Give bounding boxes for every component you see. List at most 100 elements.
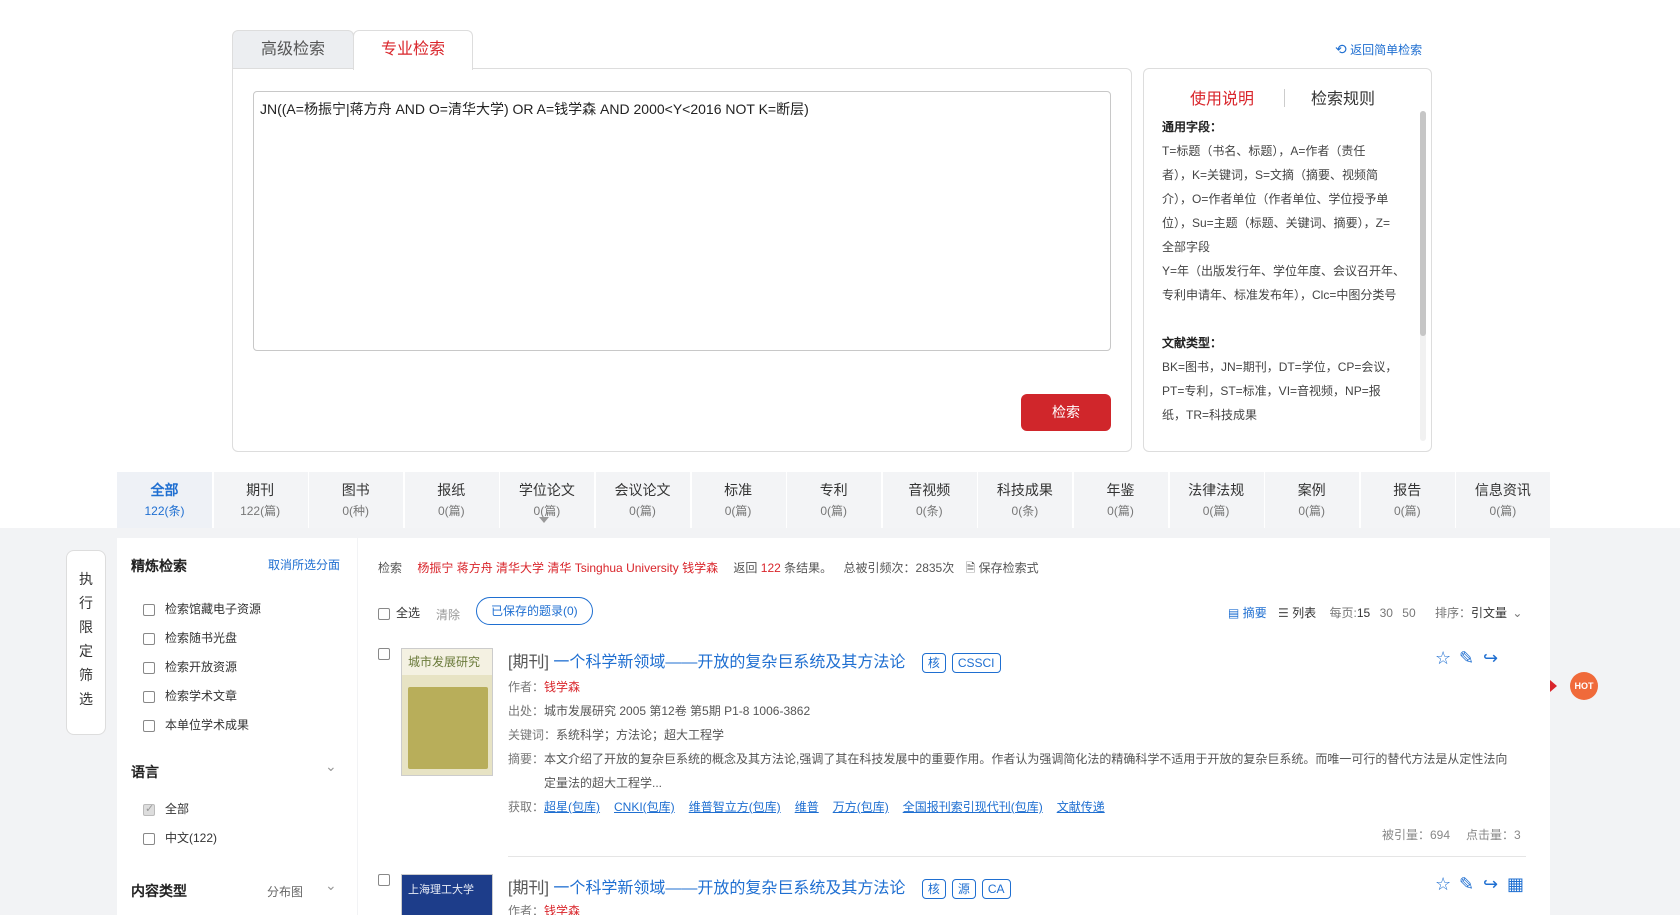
per-page-50[interactable]: 50 xyxy=(1402,606,1415,620)
language-option[interactable]: 全部 xyxy=(143,800,189,817)
category-tab[interactable]: 图书 0(种) xyxy=(308,472,404,528)
help-tab-usage[interactable]: 使用说明 xyxy=(1190,85,1254,109)
sort-chevron-icon[interactable]: ⌄ xyxy=(1512,606,1522,620)
result-item: 城市发展研究 [期刊] 一个科学新领域——开放的复杂巨系统及其方法论 核 CSSC… xyxy=(358,648,1550,868)
saved-records-button[interactable]: 已保存的题录(0) xyxy=(476,597,593,625)
abstract-line-2: 定量法的超大工程学... xyxy=(544,776,663,790)
category-tab[interactable]: 报告 0(篇) xyxy=(1359,472,1455,528)
category-tab[interactable]: 期刊 122(篇) xyxy=(212,472,308,528)
favorite-star-icon[interactable]: ☆ xyxy=(1435,874,1451,895)
refine-option[interactable]: 检索随书光盘 xyxy=(143,629,237,646)
category-tab[interactable]: 音视频 0(条) xyxy=(881,472,977,528)
result-title-link[interactable]: 一个科学新领域——开放的复杂巨系统及其方法论 xyxy=(553,654,905,671)
access-link[interactable]: 维普智立方(包库) xyxy=(689,800,781,814)
cancel-facets-link[interactable]: 取消所选分面 xyxy=(268,556,340,573)
edit-note-icon[interactable]: ✎ xyxy=(1459,648,1474,669)
category-separator xyxy=(308,472,310,528)
share-icon[interactable]: ↪ xyxy=(1483,648,1498,669)
help-scrollbar[interactable] xyxy=(1420,111,1426,441)
language-checkbox[interactable] xyxy=(143,802,155,816)
language-checkbox[interactable] xyxy=(143,832,155,845)
language-option[interactable]: 中文(122) xyxy=(143,829,217,846)
side-filter-tab[interactable]: 执行限定筛选 xyxy=(66,550,106,735)
favorite-star-icon[interactable]: ☆ xyxy=(1435,648,1451,669)
query-input[interactable] xyxy=(253,91,1111,351)
category-tab[interactable]: 科技成果 0(条) xyxy=(977,472,1073,528)
category-name: 会议论文 xyxy=(614,482,671,498)
refine-checkbox[interactable] xyxy=(143,719,155,732)
edit-note-icon[interactable]: ✎ xyxy=(1459,874,1474,895)
journal-cover[interactable]: 城市发展研究 xyxy=(401,648,493,776)
access-link[interactable]: 全国报刊索引现代刊(包库) xyxy=(903,800,1043,814)
list-view-icon[interactable]: ☰ xyxy=(1278,606,1289,620)
result-title-link[interactable]: 一个科学新领域——开放的复杂巨系统及其方法论 xyxy=(553,880,905,897)
select-all-checkbox[interactable] xyxy=(378,607,390,620)
result-title-row: [期刊] 一个科学新领域——开放的复杂巨系统及其方法论 核源 CA xyxy=(508,874,1011,899)
category-separator xyxy=(595,472,596,528)
category-tab[interactable]: 会议论文 0(篇) xyxy=(595,472,690,528)
category-tab[interactable]: 案例 0(篇) xyxy=(1264,472,1360,528)
category-tab[interactable]: 全部 122(条) xyxy=(117,472,212,528)
access-link[interactable]: 文献传递 xyxy=(1057,800,1105,814)
refine-checkbox[interactable] xyxy=(143,632,155,645)
category-name: 专利 xyxy=(819,482,848,498)
search-button[interactable]: 检索 xyxy=(1021,394,1111,431)
refine-title: 精炼检索 xyxy=(131,558,187,574)
author-link[interactable]: 钱学森 xyxy=(544,904,580,915)
category-tab[interactable]: 报纸 0(篇) xyxy=(403,472,499,528)
tab-professional-search[interactable]: 专业检索 xyxy=(353,30,473,70)
abstract-view-icon[interactable]: ▤ xyxy=(1228,606,1239,620)
distribution-chart-link[interactable]: 分布图 xyxy=(267,883,303,900)
journal-cover[interactable]: 上海理工大学 xyxy=(401,874,493,915)
clear-button[interactable]: 清除 xyxy=(436,606,460,623)
result-keywords: 关键词：系统科学；方法论；超大工程学 xyxy=(508,726,724,743)
category-tab[interactable]: 标准 0(篇) xyxy=(690,472,786,528)
language-chevron-icon[interactable]: ⌄ xyxy=(325,758,337,775)
tab-advanced-search[interactable]: 高级检索 xyxy=(232,30,354,68)
result-checkbox[interactable] xyxy=(378,648,390,660)
list-view-button[interactable]: 列表 xyxy=(1292,606,1316,620)
category-count: 0(篇) xyxy=(1393,504,1421,518)
refine-checkbox[interactable] xyxy=(143,661,155,674)
category-tab[interactable]: 信息资讯 0(篇) xyxy=(1455,472,1551,528)
category-name: 年鉴 xyxy=(1106,482,1135,498)
refine-option[interactable]: 检索开放资源 xyxy=(143,658,237,675)
save-query-link[interactable]: 保存检索式 xyxy=(979,561,1039,575)
tag-source: 源 xyxy=(951,878,976,899)
author-link[interactable]: 钱学森 xyxy=(544,680,580,694)
result-checkbox[interactable] xyxy=(378,874,390,886)
category-separator xyxy=(977,472,979,528)
refine-option[interactable]: 检索学术文章 xyxy=(143,687,237,704)
per-page-30[interactable]: 30 xyxy=(1380,606,1393,620)
help-scroll-thumb[interactable] xyxy=(1420,111,1426,336)
category-tab[interactable]: 法律法规 0(篇) xyxy=(1168,472,1264,528)
access-link[interactable]: 超星(包库) xyxy=(544,800,600,814)
category-name: 期刊 xyxy=(246,482,275,498)
tag-core: 核 xyxy=(921,878,946,899)
access-link[interactable]: CNKI(包库) xyxy=(614,800,675,814)
refine-checkbox[interactable] xyxy=(143,603,155,616)
category-tab[interactable]: 年鉴 0(篇) xyxy=(1073,472,1168,528)
content-type-chevron-icon[interactable]: ⌄ xyxy=(325,877,337,894)
abstract-view-button[interactable]: 摘要 xyxy=(1243,606,1267,620)
sort-select[interactable]: 引文量 xyxy=(1471,606,1507,620)
save-query-icon[interactable]: 🗎 xyxy=(966,561,976,575)
refine-option[interactable]: 检索馆藏电子资源 xyxy=(143,600,261,617)
per-page-15[interactable]: 15 xyxy=(1357,606,1370,620)
refine-option[interactable]: 本单位学术成果 xyxy=(143,716,249,733)
share-icon[interactable]: ↪ xyxy=(1483,874,1498,895)
qrcode-icon[interactable]: ▦ xyxy=(1507,874,1524,895)
category-name: 法律法规 xyxy=(1188,482,1245,498)
select-all-control[interactable]: 全选 xyxy=(378,604,420,621)
category-tab[interactable]: 专利 0(篇) xyxy=(786,472,882,528)
help-tab-rules[interactable]: 检索规则 xyxy=(1311,85,1375,109)
collapse-arrow-icon[interactable] xyxy=(1550,680,1558,692)
search-summary: 检索 杨振宁 蒋方舟 清华大学 清华 Tsinghua University 钱… xyxy=(378,559,1039,580)
access-link[interactable]: 维普 xyxy=(795,800,819,814)
refine-checkbox[interactable] xyxy=(143,690,155,703)
hot-flame-icon[interactable]: HOT xyxy=(1570,672,1598,700)
help-panel: 使用说明 检索规则 通用字段： T=标题（书名、标题），A=作者（责任 者），K=关… xyxy=(1143,68,1432,452)
access-link[interactable]: 万方(包库) xyxy=(833,800,889,814)
result-abstract: 摘要：本文介绍了开放的复杂巨系统的概念及其方法论,强调了其在科技发展中的重要作用… xyxy=(508,750,1507,767)
back-simple-search-link[interactable]: ⟲ 返回简单检索 xyxy=(1335,41,1422,58)
